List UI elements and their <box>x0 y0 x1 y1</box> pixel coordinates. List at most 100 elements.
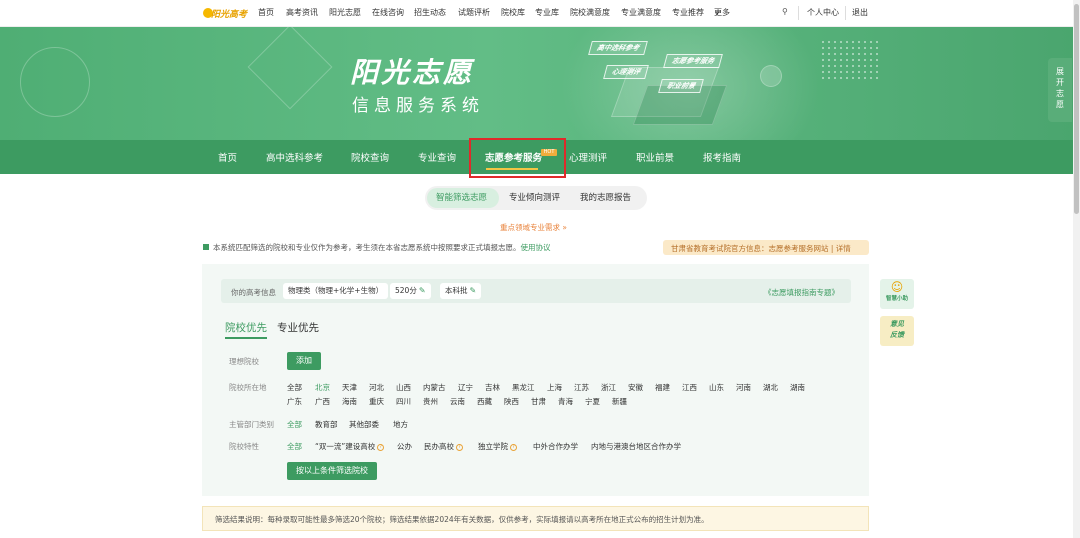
assistant-button[interactable]: ☺ 智慧小助 <box>880 279 914 309</box>
expand-volunteer-tab[interactable]: 展开志愿 <box>1048 58 1072 122</box>
location-option[interactable]: 宁夏 <box>585 396 600 407</box>
highlight-box <box>469 138 566 178</box>
location-option[interactable]: 广西 <box>315 396 330 407</box>
top-nav-college-satisfaction[interactable]: 院校满意度 <box>570 7 610 18</box>
main-nav-subject[interactable]: 高中选科参考 <box>266 150 323 164</box>
official-info[interactable]: 甘肃省教育考试院官方信息：志愿参考服务网站 | 详情 <box>663 240 869 255</box>
location-option[interactable]: 上海 <box>547 382 562 393</box>
dept-option[interactable]: 教育部 <box>315 419 338 430</box>
trait-option[interactable]: “双一流”建设高校? <box>315 441 385 452</box>
location-option[interactable]: 山西 <box>396 382 411 393</box>
location-option[interactable]: 陕西 <box>504 396 519 407</box>
dept-option[interactable]: 其他部委 <box>349 419 379 430</box>
help-icon[interactable]: ? <box>510 443 517 451</box>
top-nav-major-db[interactable]: 专业库 <box>535 7 559 18</box>
help-icon[interactable]: ? <box>377 443 385 451</box>
edit-icon[interactable]: ✎ <box>470 283 477 299</box>
location-option[interactable]: 内蒙古 <box>423 382 446 393</box>
location-option[interactable]: 辽宁 <box>458 382 473 393</box>
location-option[interactable]: 黑龙江 <box>512 382 535 393</box>
speaker-icon <box>203 244 209 250</box>
edit-icon[interactable]: ✎ <box>419 283 426 299</box>
location-option[interactable]: 四川 <box>396 396 411 407</box>
top-nav-major-recommend[interactable]: 专业推荐 <box>672 7 704 18</box>
ideal-school-label: 理想院校 <box>229 357 259 366</box>
location-option[interactable]: 甘肃 <box>531 396 546 407</box>
tab-my-report[interactable]: 我的志愿报告 <box>580 191 631 203</box>
top-bar: 阳光高考 首页 高考资讯 阳光志愿 在线咨询 招生动态 试题评析 院校库 专业库… <box>0 0 1080 27</box>
add-button[interactable]: 添加 <box>287 352 321 370</box>
location-option[interactable]: 河北 <box>369 382 384 393</box>
scrollbar-thumb[interactable] <box>1074 4 1079 214</box>
location-option[interactable]: 重庆 <box>369 396 384 407</box>
top-nav-college-db[interactable]: 院校库 <box>501 7 525 18</box>
location-option[interactable]: 河南 <box>736 382 751 393</box>
dept-option[interactable]: 地方 <box>393 419 408 430</box>
user-center-link[interactable]: 个人中心 <box>807 7 839 18</box>
main-nav-psych[interactable]: 心理测评 <box>569 150 607 164</box>
trait-option-label: 民办高校 <box>424 442 454 451</box>
location-option[interactable]: 青海 <box>558 396 573 407</box>
location-option[interactable]: 天津 <box>342 382 357 393</box>
location-option[interactable]: 吉林 <box>485 382 500 393</box>
exam-info-bar: 你的高考信息 物理类（物理+化学+生物） 520分 ✎ 本科批 ✎ 《志愿填报指南专… <box>221 279 851 303</box>
batch-chip[interactable]: 本科批 ✎ <box>440 283 482 299</box>
main-nav-college[interactable]: 院校查询 <box>351 150 389 164</box>
location-option[interactable]: 江西 <box>682 382 697 393</box>
trait-option[interactable]: 公办 <box>397 441 412 452</box>
location-option[interactable]: 湖北 <box>763 382 778 393</box>
location-option[interactable]: 浙江 <box>601 382 616 393</box>
location-option[interactable]: 海南 <box>342 396 357 407</box>
location-option[interactable]: 北京 <box>315 382 330 393</box>
location-option[interactable]: 西藏 <box>477 396 492 407</box>
location-option[interactable]: 云南 <box>450 396 465 407</box>
main-nav-career[interactable]: 职业前景 <box>636 150 674 164</box>
top-nav-exam-review[interactable]: 试题评析 <box>458 7 490 18</box>
main-nav-guide[interactable]: 报考指南 <box>703 150 741 164</box>
location-option[interactable]: 福建 <box>655 382 670 393</box>
site-logo[interactable]: 阳光高考 <box>203 6 247 22</box>
exam-info-label: 你的高考信息 <box>231 288 276 297</box>
trait-option[interactable]: 民办高校? <box>424 441 463 452</box>
tab-major-test[interactable]: 专业倾向测评 <box>509 191 560 203</box>
dept-option[interactable]: 全部 <box>287 419 302 430</box>
help-icon[interactable]: ? <box>456 443 463 451</box>
top-nav-volunteer[interactable]: 阳光志愿 <box>329 7 361 18</box>
key-major-demand-link[interactable]: 重点领域专业需求 » <box>500 222 567 233</box>
main-nav-major[interactable]: 专业查询 <box>418 150 456 164</box>
location-option[interactable]: 山东 <box>709 382 724 393</box>
guide-link[interactable]: 《志愿填报指南专题》 <box>764 287 839 298</box>
location-option[interactable]: 新疆 <box>612 396 627 407</box>
location-option[interactable]: 广东 <box>287 396 302 407</box>
top-nav-home[interactable]: 首页 <box>258 7 274 18</box>
main-nav-home[interactable]: 首页 <box>218 150 237 164</box>
location-option[interactable]: 湖南 <box>790 382 805 393</box>
location-option[interactable]: 贵州 <box>423 396 438 407</box>
trait-option[interactable]: 内地与港澳台地区合作办学 <box>591 441 681 452</box>
top-nav-admission[interactable]: 招生动态 <box>414 7 446 18</box>
trait-option[interactable]: 全部 <box>287 441 302 452</box>
top-nav-news[interactable]: 高考资讯 <box>286 7 318 18</box>
location-option[interactable]: 全部 <box>287 382 302 393</box>
search-icon[interactable]: ⚲ <box>782 7 788 16</box>
sub-tabs: 智能筛选志愿 专业倾向测评 我的志愿报告 <box>425 186 647 210</box>
divider <box>845 6 846 20</box>
tab-school-first[interactable]: 院校优先 <box>225 320 267 335</box>
tab-major-first[interactable]: 专业优先 <box>277 320 319 335</box>
top-nav-consult[interactable]: 在线咨询 <box>372 7 404 18</box>
tab-smart-filter[interactable]: 智能筛选志愿 <box>436 191 487 203</box>
feedback-button[interactable]: 意见反馈 <box>880 316 914 346</box>
logo-text: 阳光高考 <box>211 10 248 20</box>
score-chip[interactable]: 520分 ✎ <box>390 283 431 299</box>
usage-agreement-link[interactable]: 使用协议 <box>521 243 551 252</box>
trait-option[interactable]: 独立学院? <box>478 441 517 452</box>
chevron-down-icon: ⌄ <box>714 7 721 16</box>
notice-text: 本系统匹配筛选的院校和专业仅作为参考，考生须在本省志愿系统中按照要求正式填报志愿… <box>213 243 521 252</box>
filter-schools-button[interactable]: 按以上条件筛选院校 <box>287 462 377 480</box>
top-nav-major-satisfaction[interactable]: 专业满意度 <box>621 7 661 18</box>
hero-subtitle: 信息服务系统 <box>352 96 484 116</box>
location-option[interactable]: 江苏 <box>574 382 589 393</box>
location-option[interactable]: 安徽 <box>628 382 643 393</box>
logout-link[interactable]: 退出 <box>852 7 868 18</box>
trait-option[interactable]: 中外合作办学 <box>533 441 578 452</box>
